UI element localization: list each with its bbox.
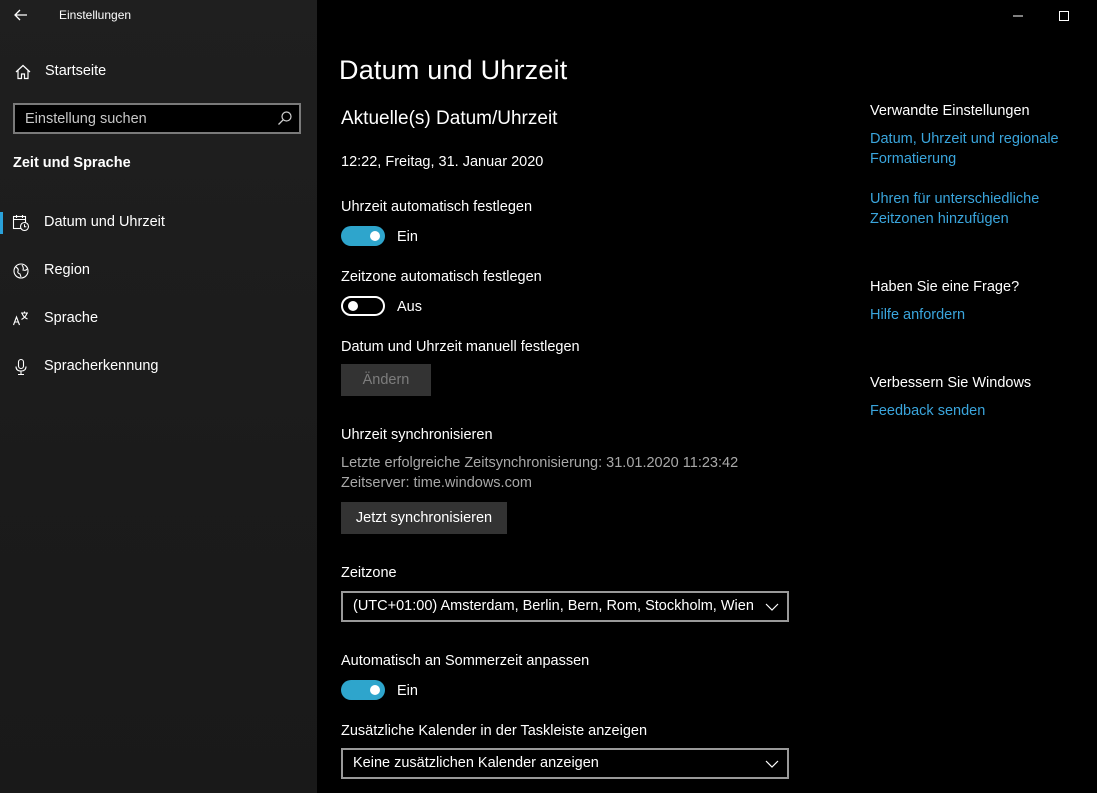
maximize-icon	[1059, 11, 1069, 21]
timezone-value: (UTC+01:00) Amsterdam, Berlin, Bern, Rom…	[353, 598, 754, 614]
auto-time-toggle[interactable]	[341, 226, 385, 246]
sidebar-item-datum-und-uhrzeit[interactable]: Datum und Uhrzeit	[0, 203, 317, 243]
search-icon[interactable]	[277, 110, 293, 126]
get-help-link[interactable]: Hilfe anfordern	[870, 305, 1085, 325]
manual-datetime-label: Datum und Uhrzeit manuell festlegen	[341, 339, 580, 355]
last-sync-text: Letzte erfolgreiche Zeitsynchronisierung…	[341, 455, 739, 471]
maximize-button[interactable]	[1041, 0, 1087, 32]
sidebar-item-label: Sprache	[44, 310, 99, 326]
auto-time-label: Uhrzeit automatisch festlegen	[341, 199, 533, 215]
auto-time-state: Ein	[397, 229, 418, 245]
sync-heading: Uhrzeit synchronisieren	[341, 427, 493, 443]
current-datetime-heading: Aktuelle(s) Datum/Uhrzeit	[341, 108, 558, 129]
settings-window: Einstellungen Startseite Zeit und Sprach…	[0, 0, 1097, 793]
timezone-label: Zeitzone	[341, 565, 397, 581]
dst-state: Ein	[397, 683, 418, 699]
back-button[interactable]	[10, 4, 32, 26]
change-button[interactable]: Ändern	[341, 364, 431, 396]
sidebar-item-spracherkennung[interactable]: Spracherkennung	[0, 347, 317, 387]
chevron-down-icon	[765, 603, 779, 611]
improve-windows-heading: Verbessern Sie Windows	[870, 375, 1032, 391]
toggle-knob	[370, 685, 380, 695]
calendar-value: Keine zusätzlichen Kalender anzeigen	[353, 755, 599, 771]
globe-icon	[13, 263, 29, 279]
related-settings-heading: Verwandte Einstellungen	[870, 103, 1030, 119]
sidebar-item-label: Spracherkennung	[44, 358, 159, 374]
minimize-icon	[1013, 15, 1023, 17]
question-heading: Haben Sie eine Frage?	[870, 279, 1020, 295]
dst-label: Automatisch an Sommerzeit anpassen	[341, 653, 590, 669]
back-arrow-icon	[14, 9, 27, 21]
dst-toggle[interactable]	[341, 680, 385, 700]
search-input[interactable]	[15, 105, 265, 132]
search-box[interactable]	[13, 103, 301, 134]
chevron-down-icon	[765, 760, 779, 768]
home-icon	[15, 64, 31, 80]
timezone-dropdown[interactable]: (UTC+01:00) Amsterdam, Berlin, Bern, Rom…	[341, 591, 789, 622]
calendar-dropdown[interactable]: Keine zusätzlichen Kalender anzeigen	[341, 748, 789, 779]
additional-clocks-link[interactable]: Uhren für unterschiedliche Zeitzonen hin…	[870, 189, 1085, 229]
window-title: Einstellungen	[59, 8, 132, 22]
auto-timezone-toggle[interactable]	[341, 296, 385, 316]
sidebar-item-label: Datum und Uhrzeit	[44, 214, 165, 230]
current-datetime: 12:22, Freitag, 31. Januar 2020	[341, 154, 544, 170]
sidebar: Einstellungen Startseite Zeit und Sprach…	[0, 0, 317, 793]
language-icon	[12, 311, 28, 326]
auto-timezone-state: Aus	[397, 299, 422, 315]
sidebar-item-label: Startseite	[45, 63, 107, 79]
toggle-knob	[348, 301, 358, 311]
sidebar-item-label: Region	[44, 262, 90, 278]
page-title: Datum und Uhrzeit	[339, 55, 568, 85]
sidebar-item-region[interactable]: Region	[0, 251, 317, 291]
microphone-icon	[15, 358, 27, 376]
sidebar-item-sprache[interactable]: Sprache	[0, 299, 317, 339]
sidebar-item-home[interactable]: Startseite	[0, 56, 317, 88]
calendar-clock-icon	[12, 215, 30, 232]
selection-indicator	[0, 212, 3, 234]
section-title: Zeit und Sprache	[13, 155, 131, 171]
minimize-button[interactable]	[995, 0, 1041, 32]
regional-format-link[interactable]: Datum, Uhrzeit und regionale Formatierun…	[870, 129, 1085, 169]
time-server-text: Zeitserver: time.windows.com	[341, 475, 532, 491]
toggle-knob	[370, 231, 380, 241]
sync-now-button[interactable]: Jetzt synchronisieren	[341, 502, 507, 534]
calendar-label: Zusätzliche Kalender in der Taskleiste a…	[341, 723, 648, 739]
send-feedback-link[interactable]: Feedback senden	[870, 401, 1085, 421]
auto-timezone-label: Zeitzone automatisch festlegen	[341, 269, 542, 285]
